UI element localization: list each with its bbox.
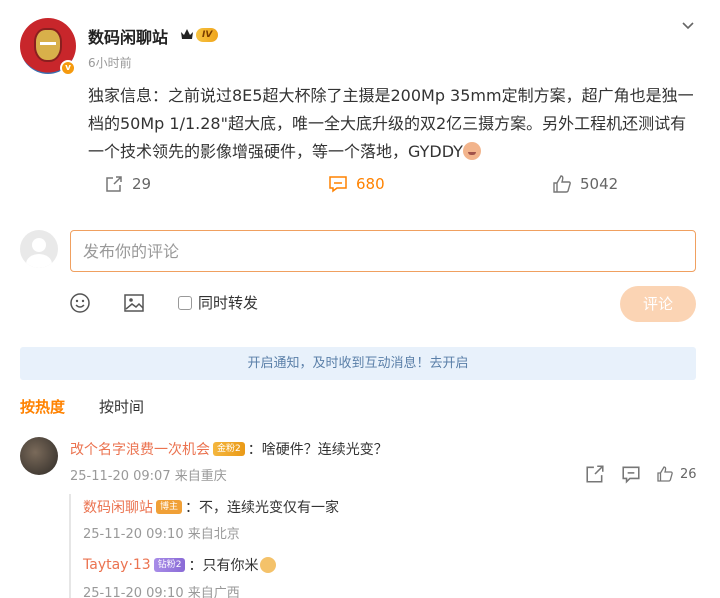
comment-count: 680 (356, 175, 385, 193)
reply-user[interactable]: 数码闲聊站 (83, 497, 153, 517)
repost-button[interactable]: 29 (104, 172, 151, 196)
commenter-name[interactable]: 改个名字浪费一次机会 (70, 439, 210, 459)
sort-tabs: 按热度 按时间 (20, 396, 144, 420)
notification-banner[interactable]: 开启通知，及时收到互动消息！去开启 (20, 347, 696, 380)
repost-also-label: 同时转发 (198, 294, 259, 312)
reply-item: Taytay·13 钻粉2 ：只有你米 (83, 555, 277, 575)
comment-like-button[interactable]: 26 (656, 464, 697, 484)
post-actions: 29 680 5042 (0, 172, 720, 196)
chevron-down-icon[interactable] (680, 18, 696, 34)
comment-share-icon[interactable] (585, 464, 605, 484)
repost-also-checkbox[interactable]: 同时转发 (178, 292, 258, 313)
checkbox-box[interactable] (178, 295, 192, 310)
submit-comment-button[interactable]: 评论 (620, 286, 696, 322)
post-header: v 数码闲聊站 IV 6小时前 (18, 16, 700, 76)
host-badge: 博主 (156, 500, 183, 514)
cat-emoji-icon (260, 557, 277, 573)
post-time[interactable]: 6小时前 (88, 54, 132, 71)
comment-button[interactable]: 680 (328, 172, 385, 196)
emoji-icon[interactable] (69, 292, 91, 314)
verified-badge-icon: v (60, 60, 76, 76)
fan-badge: 钻粉2 (153, 558, 186, 572)
comment-input[interactable] (70, 230, 696, 272)
reply-item: 数码闲聊站 博主 ：不，连续光变仅有一家 (83, 497, 339, 517)
reply-user[interactable]: Taytay·13 (83, 557, 151, 573)
thumbs-up-icon (657, 466, 673, 482)
post-content: 独家信息：之前说过8E5超大杯除了主摄是200Mp 35mm定制方案，超广角也是… (88, 82, 698, 166)
share-icon (106, 176, 122, 192)
comment-line: 改个名字浪费一次机会 金粉2 ：啥硬件？连续光变？ (70, 439, 388, 459)
tab-by-hot[interactable]: 按热度 (20, 396, 65, 420)
like-count: 5042 (580, 175, 619, 193)
comment-text: ：啥硬件？连续光变？ (247, 442, 388, 458)
baby-emoji-icon (462, 142, 481, 160)
author-name[interactable]: 数码闲聊站 (88, 24, 168, 48)
image-icon[interactable] (123, 292, 145, 314)
reply-meta: 25-11-20 09:10 来自北京 (83, 527, 240, 542)
crown-icon (181, 29, 193, 39)
fan-badge: 金粉2 (213, 442, 245, 456)
reply-text: ：只有你米 (188, 558, 259, 574)
reply-text: ：不，连续光变仅有一家 (185, 500, 340, 516)
level-badge: IV (196, 28, 219, 42)
my-avatar (20, 230, 58, 268)
thumbs-up-icon (553, 175, 571, 193)
repost-count: 29 (132, 175, 152, 193)
commenter-avatar[interactable] (20, 437, 58, 475)
comment-meta: 25-11-20 09:07 来自重庆 (70, 469, 227, 484)
comment-like-count: 26 (680, 466, 697, 482)
post-text: 独家信息：之前说过8E5超大杯除了主摄是200Mp 35mm定制方案，超广角也是… (88, 86, 694, 161)
reply-meta: 25-11-20 09:10 来自广西 (83, 586, 240, 598)
comment-reply-icon[interactable] (621, 464, 641, 484)
reply-thread: 数码闲聊站 博主 ：不，连续光变仅有一家 25-11-20 09:10 来自北京… (69, 494, 696, 598)
comment-icon (329, 176, 347, 193)
like-button[interactable]: 5042 (552, 172, 618, 196)
tab-by-time[interactable]: 按时间 (99, 396, 144, 420)
